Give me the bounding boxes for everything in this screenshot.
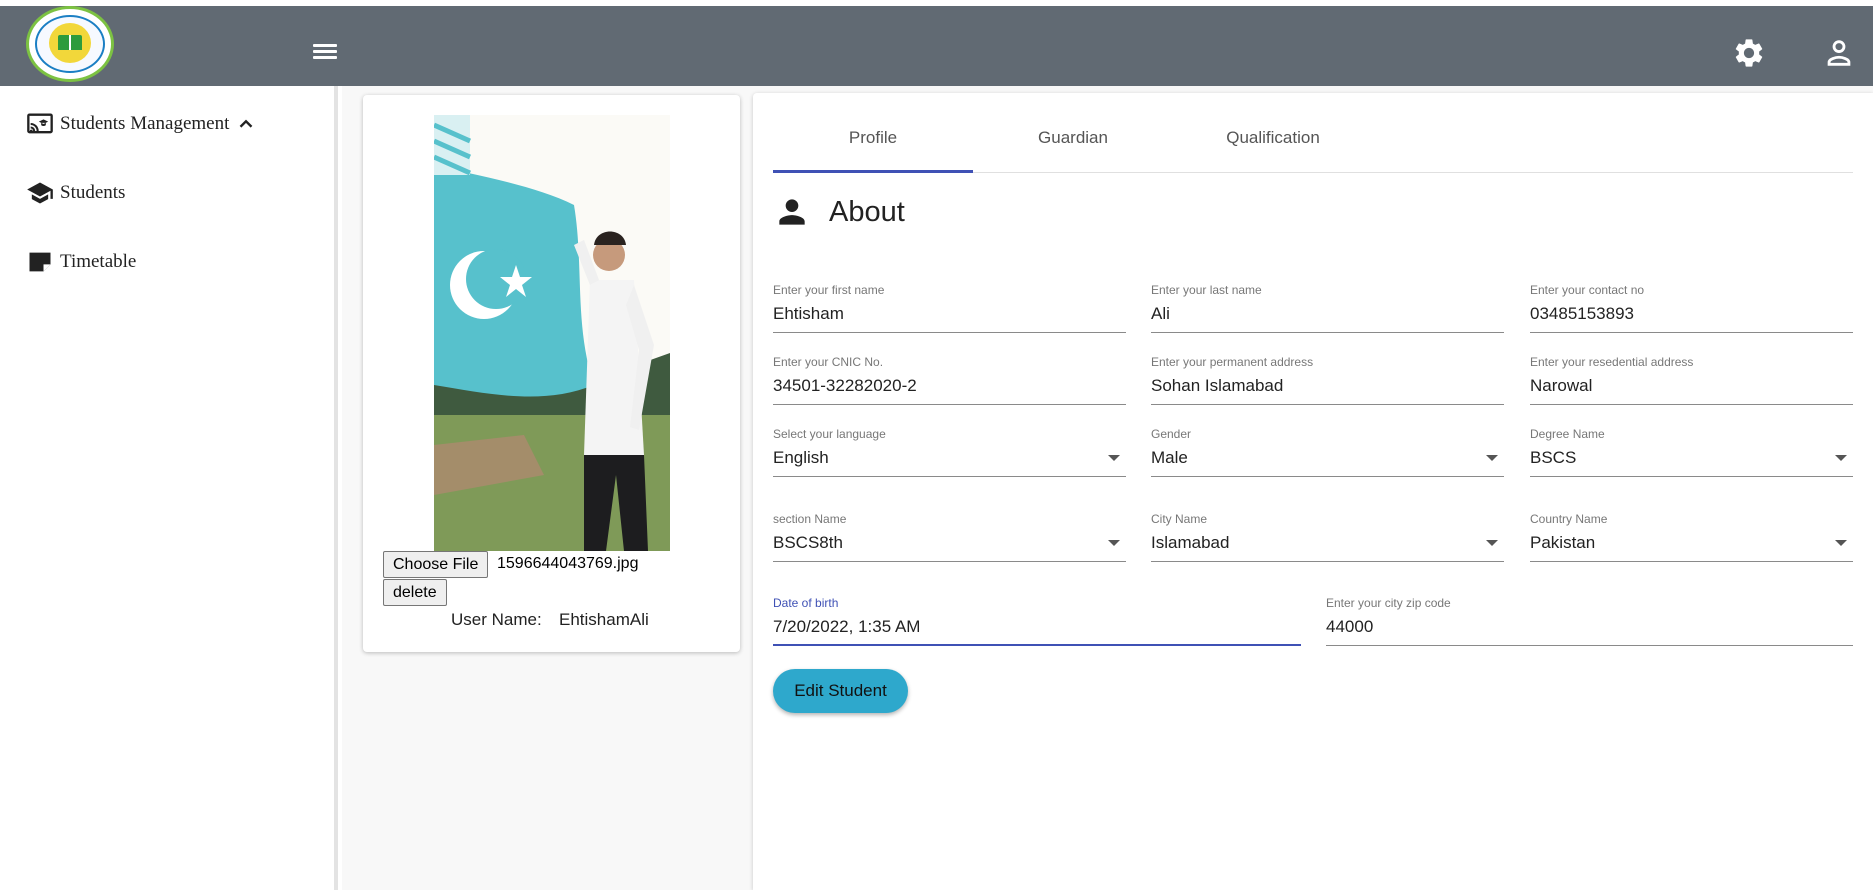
city-select[interactable]: City Name Islamabad [1151,512,1504,562]
permanent-address-field[interactable]: Enter your permanent address Sohan Islam… [1151,355,1504,405]
dropdown-arrow-icon[interactable] [1108,540,1120,546]
section-select[interactable]: section Name BSCS8th [773,512,1126,562]
gear-icon[interactable] [1732,36,1766,70]
person-icon [779,199,805,225]
field-value: Male [1151,448,1188,467]
field-value[interactable]: 03485153893 [1530,304,1634,324]
cnic-field[interactable]: Enter your CNIC No. 34501-32282020-2 [773,355,1126,405]
graduation-cap-icon [27,182,53,204]
sidebar: Students Management Students Timetable [0,86,338,890]
profile-card: Choose File 1596644043769.jpg delete Use… [363,95,740,652]
sidebar-item-timetable[interactable]: Timetable [26,244,136,280]
sidebar-item-label: Students [60,182,126,203]
sidebar-item-students[interactable]: Students [26,175,125,211]
degree-select[interactable]: Degree Name BSCS [1530,427,1853,477]
sidebar-item-label: Timetable [60,251,137,272]
field-label: Enter your resedential address [1530,355,1694,369]
field-label: Country Name [1530,512,1608,526]
field-value[interactable]: Ali [1151,304,1170,324]
field-value: BSCS8th [773,533,843,552]
field-label: Degree Name [1530,427,1605,441]
school-logo-icon[interactable] [26,6,114,82]
field-value: English [773,448,829,467]
field-label: Enter your last name [1151,283,1262,297]
gender-select[interactable]: Gender Male [1151,427,1504,477]
field-value[interactable]: 44000 [1326,617,1373,637]
selected-file-name: 1596644043769.jpg [497,555,639,572]
first-name-field[interactable]: Enter your first name Ehtisham [773,283,1126,333]
field-label: Gender [1151,427,1192,441]
tab-qualification[interactable]: Qualification [1173,123,1373,173]
dropdown-arrow-icon[interactable] [1486,540,1498,546]
top-app-bar [0,6,1873,86]
field-value[interactable]: Ehtisham [773,304,844,324]
dropdown-arrow-icon[interactable] [1835,455,1847,461]
note-icon [29,252,51,272]
country-select[interactable]: Country Name Pakistan [1530,512,1853,562]
student-photo [434,115,670,551]
field-label: Date of birth [773,596,839,610]
date-of-birth-field[interactable]: Date of birth 7/20/2022, 1:35 AM [773,596,1301,646]
cast-for-education-icon [27,113,53,134]
tab-guardian[interactable]: Guardian [973,123,1173,173]
tab-bar: Profile Guardian Qualification [773,123,1853,173]
username-label: User Name: [451,610,542,629]
field-label: Enter your city zip code [1326,596,1451,610]
person-icon[interactable] [1822,36,1856,70]
student-details-card: Profile Guardian Qualification About Ent… [753,93,1873,890]
sidebar-item-label: Students Management [60,113,230,134]
last-name-field[interactable]: Enter your last name Ali [1151,283,1504,333]
choose-file-button[interactable]: Choose File [383,551,489,578]
field-label: Enter your permanent address [1151,355,1314,369]
hamburger-menu-icon[interactable] [311,41,339,63]
field-label: section Name [773,512,847,526]
field-label: City Name [1151,512,1208,526]
language-select[interactable]: Select your language English [773,427,1126,477]
username-value: EhtishamAli [559,610,649,629]
field-label: Enter your contact no [1530,283,1645,297]
field-value: BSCS [1530,448,1577,467]
residential-address-field[interactable]: Enter your resedential address Narowal [1530,355,1853,405]
field-label: Select your language [773,427,886,441]
field-value[interactable]: Narowal [1530,376,1592,396]
field-label: Enter your first name [773,283,885,297]
dropdown-arrow-icon[interactable] [1835,540,1847,546]
field-value[interactable]: 34501-32282020-2 [773,376,917,396]
field-value[interactable]: Sohan Islamabad [1151,376,1283,396]
zip-code-field[interactable]: Enter your city zip code 44000 [1326,596,1853,646]
field-value: Pakistan [1530,533,1596,552]
tab-profile[interactable]: Profile [773,123,973,173]
chevron-up-icon[interactable] [235,113,257,135]
sidebar-item-students-management[interactable]: Students Management [26,106,263,142]
section-title: About [829,196,905,228]
field-label: Enter your CNIC No. [773,355,884,369]
field-value: Islamabad [1151,533,1230,552]
field-value[interactable]: 7/20/2022, 1:35 AM [773,617,920,637]
dropdown-arrow-icon[interactable] [1108,455,1120,461]
delete-photo-button[interactable]: delete [383,579,447,606]
dropdown-arrow-icon[interactable] [1486,455,1498,461]
edit-student-button[interactable]: Edit Student [773,669,908,713]
contact-field[interactable]: Enter your contact no 03485153893 [1530,283,1853,333]
